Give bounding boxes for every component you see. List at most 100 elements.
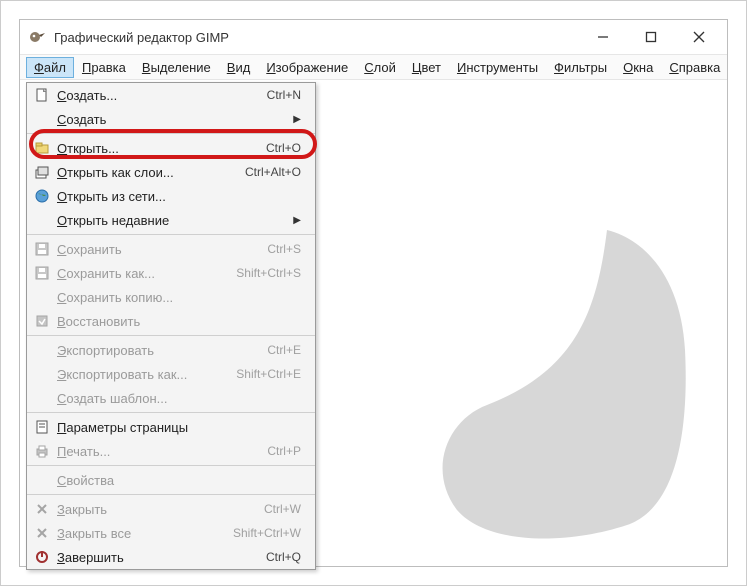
- no-icon: [33, 110, 51, 128]
- menu-item-открыть---[interactable]: Открыть...Ctrl+O: [27, 136, 315, 160]
- menu-item-создать[interactable]: Создать▶: [27, 107, 315, 131]
- window-title: Графический редактор GIMP: [54, 30, 229, 45]
- menu-item-label: Создать шаблон...: [57, 391, 301, 406]
- menu-item-свойства: Свойства: [27, 468, 315, 492]
- menu-item-label: Экспортировать: [57, 343, 267, 358]
- shortcut-label: Ctrl+S: [267, 242, 301, 256]
- menu-item-label: Свойства: [57, 473, 301, 488]
- folder-icon: [33, 139, 51, 157]
- close-icon: [33, 500, 51, 518]
- menu-item-сохранить-копию---: Сохранить копию...: [27, 285, 315, 309]
- titlebar: Графический редактор GIMP: [20, 20, 727, 54]
- no-icon: [33, 341, 51, 359]
- menu-label: Окна: [623, 60, 653, 75]
- menu-item-печать---: Печать...Ctrl+P: [27, 439, 315, 463]
- separator: [27, 494, 315, 495]
- shortcut-label: Shift+Ctrl+E: [236, 367, 301, 381]
- separator: [27, 234, 315, 235]
- menu-item-label: Экспортировать как...: [57, 367, 236, 382]
- menu-item-закрыть: ЗакрытьCtrl+W: [27, 497, 315, 521]
- close-button[interactable]: [685, 25, 713, 49]
- print-icon: [33, 442, 51, 460]
- menu-фильтры[interactable]: Фильтры: [546, 57, 615, 78]
- file-menu-dropdown: Создать...Ctrl+NСоздать▶Открыть...Ctrl+O…: [26, 82, 316, 570]
- minimize-button[interactable]: [589, 25, 617, 49]
- save-as-icon: [33, 264, 51, 282]
- no-icon: [33, 211, 51, 229]
- globe-icon: [33, 187, 51, 205]
- menu-item-label: Восстановить: [57, 314, 301, 329]
- menu-item-label: Завершить: [57, 550, 266, 565]
- menu-item-label: Закрыть: [57, 502, 264, 517]
- menu-label: Вид: [227, 60, 251, 75]
- menu-item-открыть-как-слои---[interactable]: Открыть как слои...Ctrl+Alt+O: [27, 160, 315, 184]
- menu-label: Слой: [364, 60, 396, 75]
- shortcut-label: Ctrl+Alt+O: [245, 165, 301, 179]
- separator: [27, 335, 315, 336]
- menu-item-label: Сохранить как...: [57, 266, 236, 281]
- maximize-button[interactable]: [637, 25, 665, 49]
- separator: [27, 133, 315, 134]
- shortcut-label: Ctrl+O: [266, 141, 301, 155]
- menu-item-параметры-страницы[interactable]: Параметры страницы: [27, 415, 315, 439]
- revert-icon: [33, 312, 51, 330]
- menu-файл[interactable]: Файл: [26, 57, 74, 78]
- menu-label: Выделение: [142, 60, 211, 75]
- menu-цвет[interactable]: Цвет: [404, 57, 449, 78]
- no-icon: [33, 365, 51, 383]
- menu-item-открыть-из-сети---[interactable]: Открыть из сети...: [27, 184, 315, 208]
- menu-item-label: Параметры страницы: [57, 420, 301, 435]
- menu-item-сохранить-как---: Сохранить как...Shift+Ctrl+S: [27, 261, 315, 285]
- app-window: Графический редактор GIMP Файл Правка Выде…: [19, 19, 728, 567]
- shortcut-label: Ctrl+Q: [266, 550, 301, 564]
- shortcut-label: Shift+Ctrl+S: [236, 266, 301, 280]
- separator: [27, 465, 315, 466]
- menu-справка[interactable]: Справка: [661, 57, 728, 78]
- layers-icon: [33, 163, 51, 181]
- menu-item-завершить[interactable]: ЗавершитьCtrl+Q: [27, 545, 315, 569]
- menu-label: Цвет: [412, 60, 441, 75]
- menu-выделение[interactable]: Выделение: [134, 57, 219, 78]
- quit-icon: [33, 548, 51, 566]
- menu-вид[interactable]: Вид: [219, 57, 259, 78]
- menu-item-label: Сохранить копию...: [57, 290, 301, 305]
- menu-item-label: Открыть...: [57, 141, 266, 156]
- menu-item-создать---[interactable]: Создать...Ctrl+N: [27, 83, 315, 107]
- new-file-icon: [33, 86, 51, 104]
- no-icon: [33, 389, 51, 407]
- menu-окна[interactable]: Окна: [615, 57, 661, 78]
- shortcut-label: Ctrl+N: [267, 88, 301, 102]
- menu-item-label: Создать: [57, 112, 293, 127]
- close-all-icon: [33, 524, 51, 542]
- menu-item-открыть-недавние[interactable]: Открыть недавние▶: [27, 208, 315, 232]
- save-icon: [33, 240, 51, 258]
- menu-label: Инструменты: [457, 60, 538, 75]
- app-icon: [28, 28, 46, 46]
- page-setup-icon: [33, 418, 51, 436]
- shortcut-label: Shift+Ctrl+W: [233, 526, 301, 540]
- gimp-watermark: [427, 230, 687, 540]
- menu-label: Изображение: [266, 60, 348, 75]
- shortcut-label: Ctrl+W: [264, 502, 301, 516]
- menu-изображение[interactable]: Изображение: [258, 57, 356, 78]
- menu-item-label: Закрыть все: [57, 526, 233, 541]
- menu-item-закрыть-все: Закрыть всеShift+Ctrl+W: [27, 521, 315, 545]
- no-icon: [33, 471, 51, 489]
- menu-item-label: Создать...: [57, 88, 267, 103]
- menu-item-восстановить: Восстановить: [27, 309, 315, 333]
- menubar: Файл Правка Выделение Вид Изображение Слой Цве…: [20, 54, 727, 80]
- submenu-arrow-icon: ▶: [293, 215, 301, 226]
- menu-item-экспортировать-как---: Экспортировать как...Shift+Ctrl+E: [27, 362, 315, 386]
- menu-item-label: Сохранить: [57, 242, 267, 257]
- submenu-arrow-icon: ▶: [293, 114, 301, 125]
- menu-label: Фильтры: [554, 60, 607, 75]
- separator: [27, 412, 315, 413]
- shortcut-label: Ctrl+E: [267, 343, 301, 357]
- menu-инструменты[interactable]: Инструменты: [449, 57, 546, 78]
- menu-label: Справка: [669, 60, 720, 75]
- menu-слой[interactable]: Слой: [356, 57, 404, 78]
- menu-label: Правка: [82, 60, 126, 75]
- shortcut-label: Ctrl+P: [267, 444, 301, 458]
- menu-item-label: Открыть как слои...: [57, 165, 245, 180]
- menu-правка[interactable]: Правка: [74, 57, 134, 78]
